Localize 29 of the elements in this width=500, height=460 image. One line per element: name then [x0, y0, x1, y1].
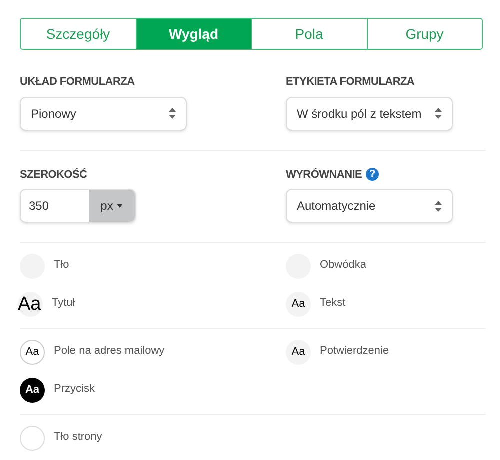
font-swatch[interactable]: Aa — [286, 340, 311, 365]
font-swatch[interactable]: Aa — [18, 292, 43, 317]
select-field[interactable]: Pionowy — [20, 96, 187, 130]
field-label: ETYKIETA FORMULARZA — [286, 75, 416, 90]
color-swatch[interactable] — [20, 426, 45, 451]
style-label: Tło strony — [54, 430, 102, 445]
sort-caret-icon — [435, 200, 442, 212]
width-field[interactable]: 350 px — [20, 189, 136, 223]
tab[interactable]: Grupy — [366, 19, 482, 49]
select-field[interactable]: Automatycznie — [286, 189, 453, 223]
style-label: Przycisk — [54, 382, 95, 397]
font-swatch[interactable]: Aa — [20, 340, 45, 365]
style-label: Tekst — [320, 296, 346, 311]
style-label: Obwódka — [320, 258, 366, 273]
select-field[interactable]: W środku pól z tekstem — [286, 96, 453, 130]
font-swatch[interactable]: Aa — [20, 378, 45, 403]
style-label: Tytuł — [52, 296, 76, 311]
help-icon[interactable]: ? — [366, 168, 380, 182]
unit-dropdown[interactable]: px — [89, 190, 135, 222]
sort-caret-icon — [169, 108, 176, 119]
style-label: Potwierdzenie — [320, 344, 390, 359]
style-label: Tło — [54, 258, 70, 273]
font-swatch[interactable]: Aa — [286, 292, 311, 317]
field-label: UKŁAD FORMULARZA — [20, 75, 136, 90]
sort-caret-icon — [435, 108, 442, 119]
caret-icon — [117, 204, 124, 208]
style-label: Pole na adres mailowy — [54, 344, 165, 359]
field-label: WYRÓWNANIE — [286, 167, 362, 182]
field-label: SZEROKOŚĆ — [20, 167, 88, 182]
